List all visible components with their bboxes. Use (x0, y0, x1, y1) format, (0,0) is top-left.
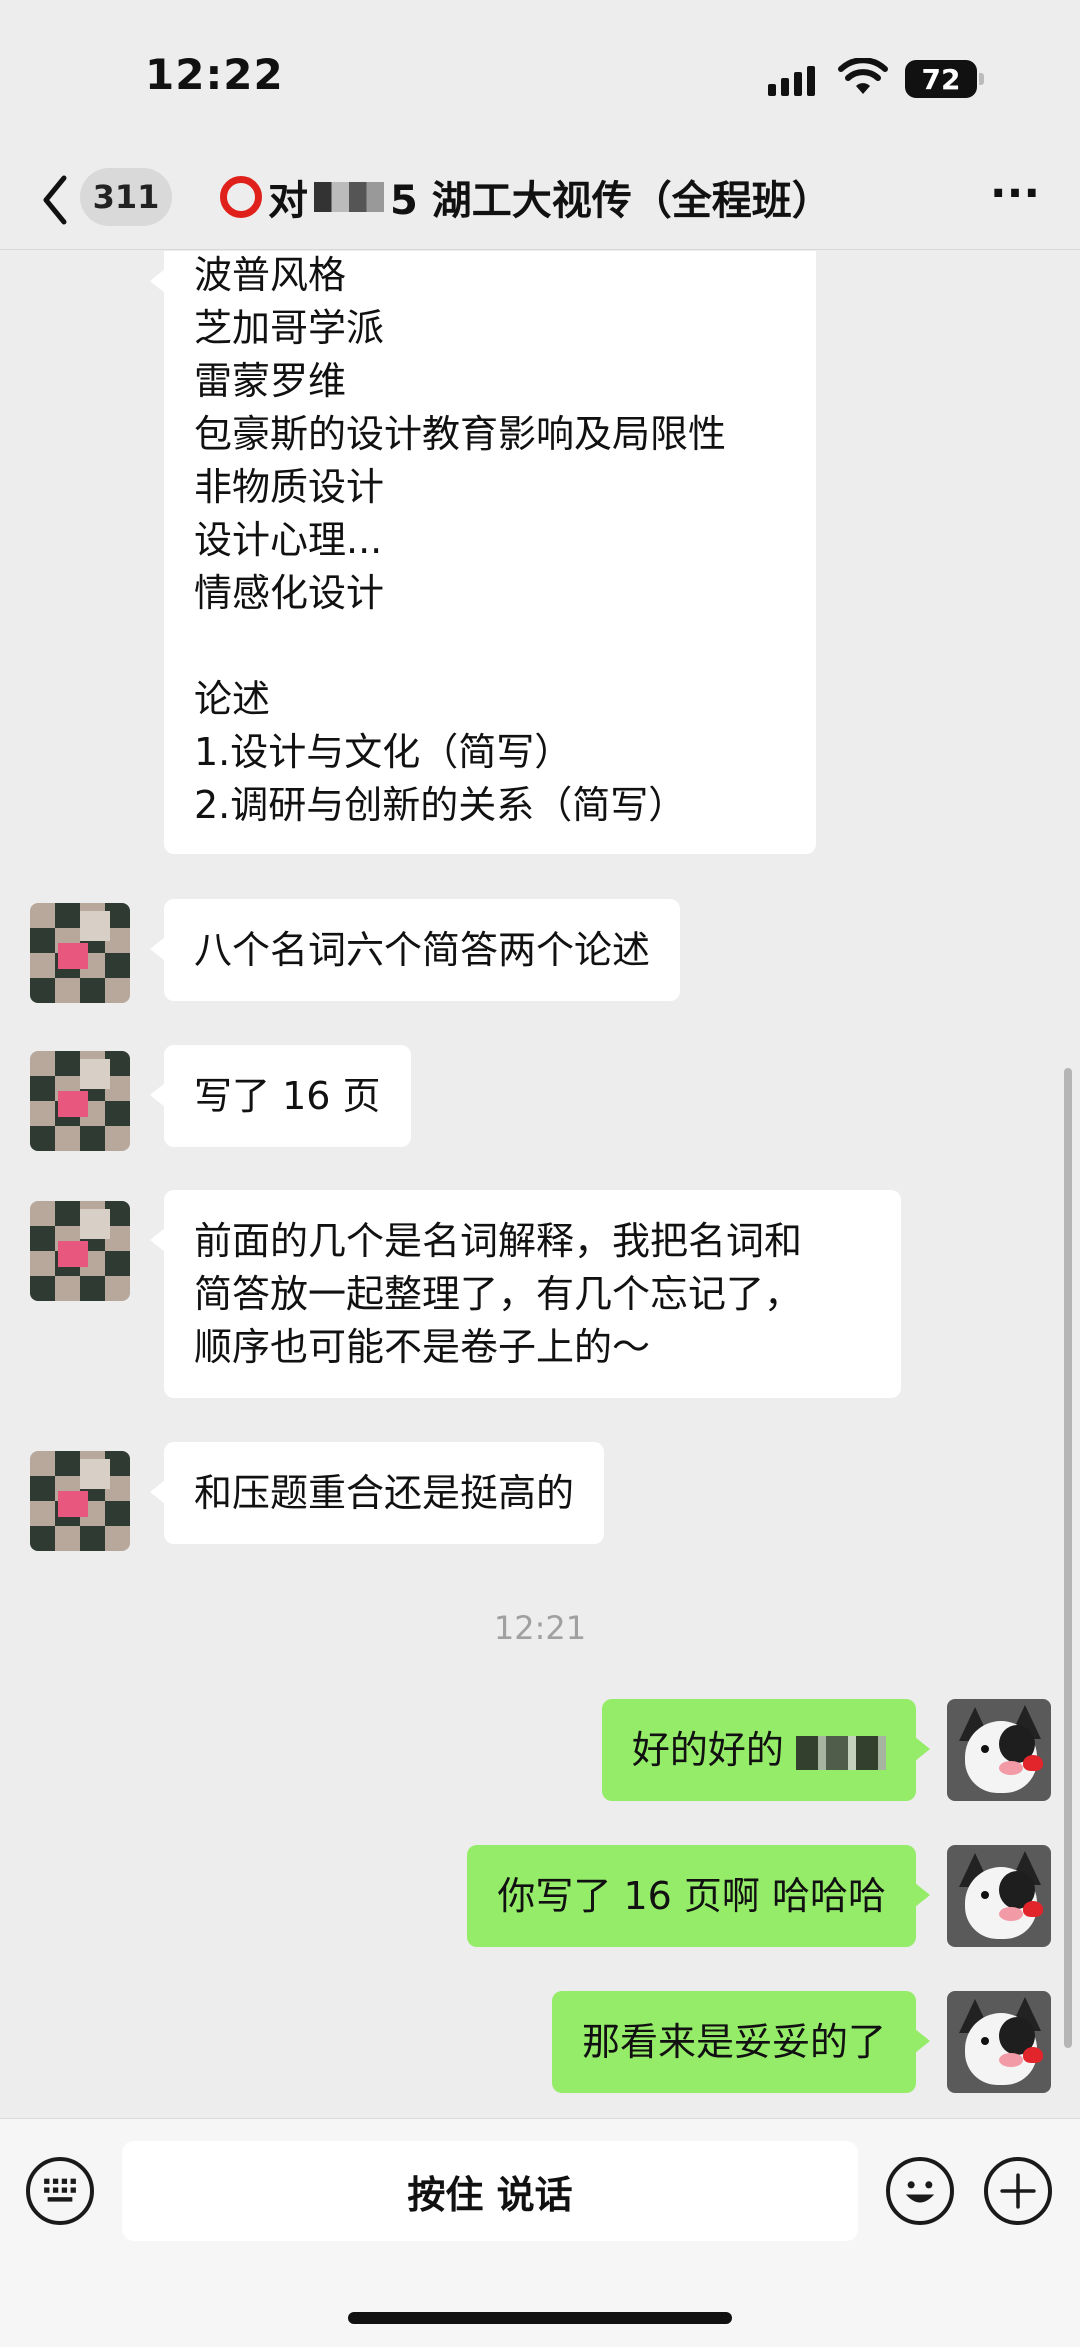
list-item: 芝加哥学派 (194, 306, 385, 350)
list-item: 2.调研与创新的关系（简写） (194, 783, 687, 827)
message-list[interactable]: 波普风格 芝加哥学派 雷蒙罗维 包豪斯的设计教育影响及局限性 非物质设计 设计心… (0, 251, 1080, 2117)
signal-icon (768, 66, 815, 96)
home-indicator[interactable] (348, 2312, 732, 2324)
plus-icon[interactable] (984, 2157, 1052, 2225)
chat-title-prefix: 对 (268, 178, 308, 224)
status-time: 12:22 (145, 50, 284, 99)
avatar[interactable] (30, 1451, 130, 1551)
list-item: 设计心理... (194, 518, 383, 562)
message-line: 顺序也可能不是卷子上的～ (194, 1325, 651, 1369)
message-line: 前面的几个是名词解释，我把名词和 (194, 1219, 803, 1263)
message-bubble[interactable]: 八个名词六个简答两个论述 (149, 899, 681, 1001)
avatar[interactable] (30, 1051, 130, 1151)
back-chevron-icon[interactable] (36, 170, 76, 230)
message-text: 和压题重合还是挺高的 (194, 1471, 575, 1515)
list-item: 1.设计与文化（简写） (194, 730, 573, 774)
message-text: 那看来是妥妥的了 (581, 2020, 886, 2064)
more-icon[interactable]: ··· (985, 170, 1045, 230)
message-bubble-list[interactable]: 波普风格 芝加哥学派 雷蒙罗维 包豪斯的设计教育影响及局限性 非物质设计 设计心… (150, 251, 816, 854)
message-timestamp: 12:21 (493, 1609, 587, 1647)
hold-to-talk-button[interactable]: 按住 说话 (122, 2141, 858, 2241)
censored-block (796, 1735, 886, 1770)
message-bubble-outgoing[interactable]: 你写了 16 页啊 哈哈哈 (467, 1845, 930, 1947)
message-text: 你写了 16 页啊 哈哈哈 (497, 1874, 886, 1918)
message-line: 简答放一起整理了，有几个忘记了， (194, 1272, 803, 1316)
list-item: 波普风格 (194, 253, 347, 297)
avatar[interactable] (947, 1845, 1051, 1947)
message-bubble[interactable]: 和压题重合还是挺高的 (149, 1442, 605, 1544)
keyboard-icon[interactable] (26, 2157, 94, 2225)
message-bubble[interactable]: 前面的几个是名词解释，我把名词和 简答放一起整理了，有几个忘记了， 顺序也可能不… (150, 1190, 901, 1398)
avatar[interactable] (947, 1991, 1051, 2093)
chat-header: 311 对 5 湖工大视传（全程班） ··· (0, 150, 1080, 250)
avatar[interactable] (947, 1699, 1051, 1801)
avatar[interactable] (30, 1201, 130, 1301)
avatar[interactable] (30, 903, 130, 1003)
status-bar: 12:22 72 (0, 0, 1080, 150)
list-item: 非物质设计 (194, 465, 385, 509)
message-text: 八个名词六个简答两个论述 (194, 928, 651, 972)
unread-count-badge[interactable]: 311 (80, 168, 172, 226)
list-item (194, 620, 786, 673)
chat-title-main: 5 湖工大视传（全程班） (390, 178, 832, 224)
list-item: 包豪斯的设计教育影响及局限性 (194, 412, 727, 456)
list-item: 论述 (194, 677, 271, 721)
emoji-icon[interactable] (886, 2157, 954, 2225)
message-text: 写了 16 页 (194, 1074, 381, 1118)
wifi-icon (838, 58, 888, 94)
battery-icon: 72 (905, 60, 984, 98)
list-item: 雷蒙罗维 (194, 359, 347, 403)
message-text: 好的好的 (631, 1728, 784, 1772)
message-bubble-outgoing[interactable]: 好的好的 (601, 1699, 931, 1801)
list-item: 情感化设计 (194, 571, 385, 615)
red-circle-icon (220, 176, 262, 218)
censored-block (314, 182, 384, 212)
message-bubble[interactable]: 写了 16 页 (150, 1045, 411, 1147)
chat-title: 对 5 湖工大视传（全程班） (220, 168, 832, 226)
message-bubble-outgoing[interactable]: 那看来是妥妥的了 (551, 1991, 931, 2093)
scrollbar[interactable] (1064, 1068, 1072, 2048)
